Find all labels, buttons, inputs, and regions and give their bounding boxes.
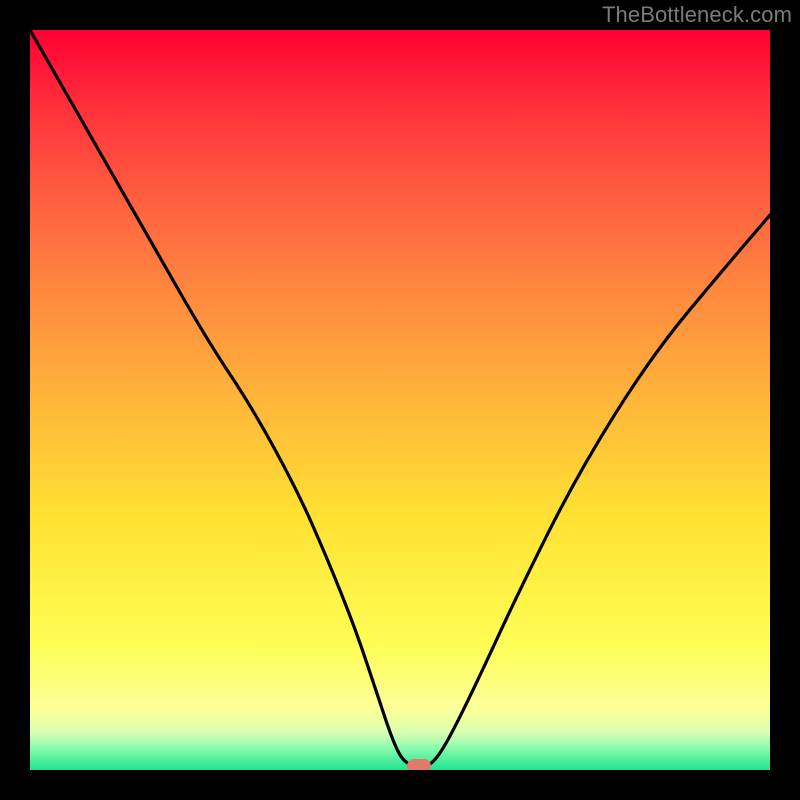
optimal-point-marker bbox=[407, 759, 431, 770]
attribution-text: TheBottleneck.com bbox=[602, 2, 792, 28]
plot-area bbox=[30, 30, 770, 770]
bottleneck-curve bbox=[30, 30, 770, 770]
chart-frame: TheBottleneck.com bbox=[0, 0, 800, 800]
